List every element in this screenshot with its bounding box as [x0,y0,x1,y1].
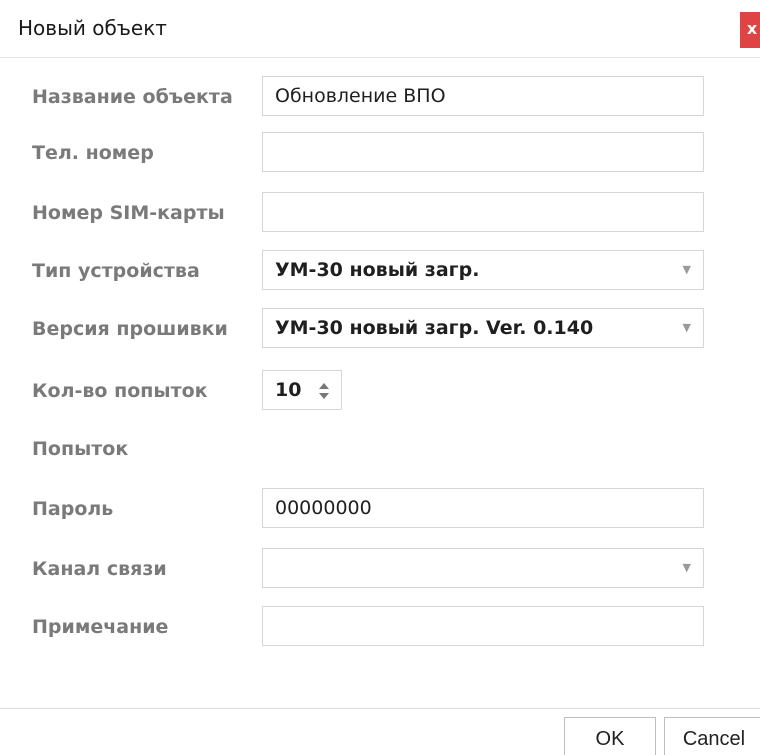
object-name-label: Название объекта [32,86,233,108]
cancel-button[interactable]: Cancel [664,717,760,755]
chevron-down-icon[interactable]: ▼ [683,251,691,289]
title-bar: Новый объект x [0,0,760,60]
row-attempts: Кол-во попыток 10 [0,370,760,412]
object-name-value: Обновление ВПО [275,85,446,107]
row-channel: Канал связи ▼ [0,548,760,590]
password-label: Пароль [32,498,114,520]
footer-divider [0,708,760,709]
password-input[interactable]: 00000000 [262,488,704,528]
attempts-label: Кол-во попыток [32,380,208,402]
row-sim: Номер SIM-карты [0,192,760,234]
sim-input[interactable] [262,192,704,232]
chevron-down-icon[interactable]: ▼ [683,309,691,347]
device-type-value: УМ-30 новый загр. [275,259,480,281]
chevron-down-icon[interactable]: ▼ [683,549,691,587]
firmware-value: УМ-30 новый загр. Ver. 0.140 [275,317,594,339]
close-button[interactable]: x [740,12,760,48]
row-password: Пароль 00000000 [0,488,760,530]
note-label: Примечание [32,616,169,638]
row-note: Примечание [0,606,760,648]
spin-down-icon[interactable] [319,393,329,399]
spin-up-icon[interactable] [319,383,329,389]
row-attempts-caption: Попыток [0,428,760,470]
attempts-caption-label: Попыток [32,438,129,460]
row-object-name: Название объекта Обновление ВПО [0,76,760,118]
attempts-stepper[interactable]: 10 [262,370,342,410]
new-object-dialog: Новый объект x Название объекта Обновлен… [0,0,760,755]
phone-input[interactable] [262,132,704,172]
title-divider [0,57,760,58]
note-input[interactable] [262,606,704,646]
channel-select[interactable]: ▼ [262,548,704,588]
dialog-title: Новый объект [18,16,167,40]
row-firmware: Версия прошивки УМ-30 новый загр. Ver. 0… [0,308,760,350]
row-device-type: Тип устройства УМ-30 новый загр. ▼ [0,250,760,292]
row-phone: Тел. номер [0,132,760,174]
device-type-label: Тип устройства [32,260,200,282]
firmware-label: Версия прошивки [32,318,228,340]
password-value: 00000000 [275,497,372,519]
phone-label: Тел. номер [32,142,154,164]
attempts-value: 10 [275,379,302,401]
ok-button[interactable]: OK [564,717,656,755]
device-type-select[interactable]: УМ-30 новый загр. ▼ [262,250,704,290]
channel-label: Канал связи [32,558,167,580]
sim-label: Номер SIM-карты [32,202,225,224]
firmware-select[interactable]: УМ-30 новый загр. Ver. 0.140 ▼ [262,308,704,348]
object-name-input[interactable]: Обновление ВПО [262,76,704,116]
